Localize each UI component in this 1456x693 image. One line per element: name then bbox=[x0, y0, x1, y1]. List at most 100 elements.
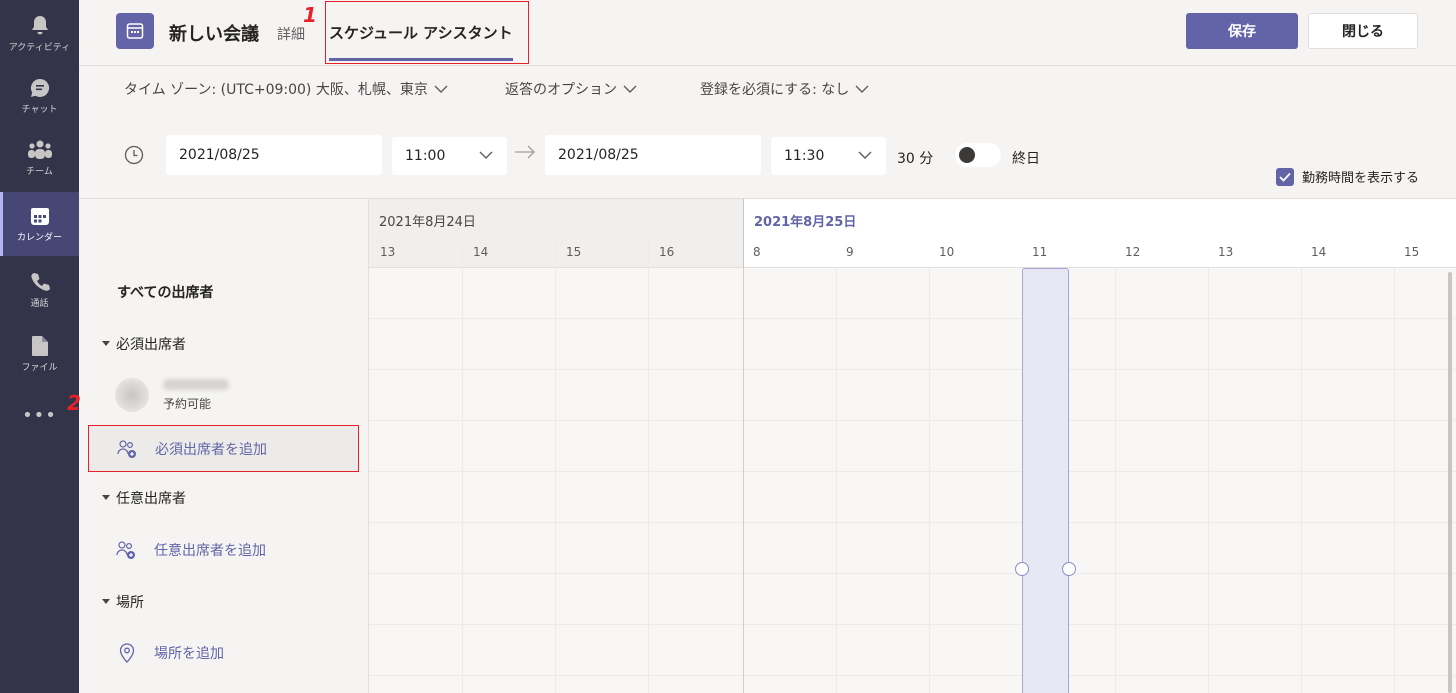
hour-label: 14 bbox=[473, 245, 489, 259]
grid-col-line bbox=[1394, 268, 1395, 693]
timezone-label: タイム ゾーン: (UTC+09:00) 大阪、札幌、東京 bbox=[124, 82, 428, 98]
tab-scheduling-assistant[interactable]: スケジュール アシスタント bbox=[327, 0, 515, 64]
arrow-right-icon bbox=[515, 145, 535, 159]
close-button[interactable]: 閉じる bbox=[1308, 13, 1418, 49]
resize-handle-right[interactable] bbox=[1062, 562, 1076, 576]
grid-row-line bbox=[369, 471, 1456, 472]
timezone-dropdown[interactable]: タイム ゾーン: (UTC+09:00) 大阪、札幌、東京 bbox=[124, 79, 448, 99]
hour-label: 8 bbox=[753, 245, 761, 259]
location-section-label: 場所 bbox=[116, 595, 144, 611]
registration-dropdown[interactable]: 登録を必須にする: なし bbox=[700, 79, 869, 99]
hour-label: 13 bbox=[380, 245, 396, 259]
day-separator-line bbox=[743, 268, 744, 693]
hour-tick bbox=[555, 241, 556, 268]
all-day-label: 終日 bbox=[1012, 151, 1040, 167]
availability-grid[interactable] bbox=[369, 268, 1456, 693]
grid-col-line bbox=[1208, 268, 1209, 693]
grid-col-line bbox=[462, 268, 463, 693]
add-required-attendee-button[interactable]: 必須出席者を追加 bbox=[88, 425, 359, 472]
rail-label: ファイル bbox=[21, 363, 58, 373]
bell-icon bbox=[31, 16, 48, 35]
clock-icon bbox=[124, 145, 144, 165]
checkmark-icon bbox=[1276, 167, 1294, 186]
response-options-dropdown[interactable]: 返答のオプション bbox=[505, 79, 637, 99]
rail-label: アクティビティ bbox=[8, 43, 71, 53]
rail-item-calendar[interactable]: カレンダー bbox=[0, 192, 79, 256]
end-date-field[interactable]: 2021/08/25 bbox=[545, 135, 761, 175]
add-optional-attendee-label: 任意出席者を追加 bbox=[154, 543, 266, 559]
attendee-status: 予約可能 bbox=[163, 396, 212, 411]
add-optional-attendee-button[interactable]: 任意出席者を追加 bbox=[116, 540, 406, 560]
avatar bbox=[115, 378, 149, 412]
start-date-field[interactable]: 2021/08/25 bbox=[166, 135, 382, 175]
day-header-past: 2021年8月24日 13 14 15 16 bbox=[369, 198, 743, 268]
save-button[interactable]: 保存 bbox=[1186, 13, 1298, 49]
hour-tick bbox=[648, 241, 649, 268]
meeting-calendar-icon bbox=[116, 13, 154, 49]
end-date-value: 2021/08/25 bbox=[558, 147, 639, 163]
hour-label: 13 bbox=[1218, 245, 1234, 259]
phone-icon bbox=[30, 273, 50, 291]
chevron-down-icon bbox=[855, 85, 869, 93]
grid-col-line bbox=[1301, 268, 1302, 693]
grid-row-line bbox=[369, 573, 1456, 574]
day-label: 2021年8月24日 bbox=[379, 215, 476, 230]
hour-label: 12 bbox=[1125, 245, 1141, 259]
end-time-dropdown[interactable]: 11:30 bbox=[771, 137, 886, 175]
all-day-toggle[interactable] bbox=[955, 143, 1001, 167]
scheduling-grid: 2021年8月24日 13 14 15 16 2021年8月25日 8 9 10… bbox=[67, 198, 1456, 693]
add-person-icon bbox=[116, 541, 135, 559]
rail-item-calls[interactable]: 通話 bbox=[0, 260, 79, 320]
grid-row-line bbox=[369, 318, 1456, 319]
chevron-down-icon bbox=[623, 85, 637, 93]
hour-label: 9 bbox=[846, 245, 854, 259]
end-time-value: 11:30 bbox=[784, 148, 825, 164]
vertical-scrollbar[interactable] bbox=[1448, 272, 1452, 693]
required-section-toggle[interactable]: 必須出席者 bbox=[101, 334, 391, 354]
hour-label: 11 bbox=[1032, 245, 1048, 259]
grid-row-line bbox=[369, 522, 1456, 523]
add-location-label: 場所を追加 bbox=[154, 646, 224, 662]
grid-row-line bbox=[369, 624, 1456, 625]
location-section-toggle[interactable]: 場所 bbox=[101, 592, 391, 612]
add-person-icon bbox=[117, 439, 136, 458]
grid-col-line bbox=[929, 268, 930, 693]
chevron-down-icon bbox=[858, 151, 872, 159]
selected-time-slot[interactable] bbox=[1022, 268, 1069, 693]
show-work-hours-label: 勤務時間を表示する bbox=[1302, 171, 1420, 186]
rail-item-teams[interactable]: チーム bbox=[0, 128, 79, 188]
show-work-hours-checkbox[interactable]: 勤務時間を表示する bbox=[1276, 167, 1419, 186]
rail-item-chat[interactable]: チャット bbox=[0, 66, 79, 126]
tab-active-indicator bbox=[329, 58, 513, 61]
caret-down-icon bbox=[102, 341, 110, 346]
required-section-label: 必須出席者 bbox=[116, 337, 186, 353]
resize-handle-left[interactable] bbox=[1015, 562, 1029, 576]
day-header-today: 2021年8月25日 8 9 10 11 12 13 14 15 bbox=[743, 198, 1456, 268]
annotation-marker-2: 2 bbox=[67, 391, 81, 415]
attendee-row[interactable]: 予約可能 bbox=[115, 378, 405, 412]
hour-label: 15 bbox=[1404, 245, 1420, 259]
response-options-label: 返答のオプション bbox=[505, 82, 617, 98]
start-time-value: 11:00 bbox=[405, 148, 446, 164]
teams-icon bbox=[27, 140, 52, 159]
meeting-header: 新しい会議 詳細 スケジュール アシスタント 1 保存 閉じる bbox=[79, 0, 1456, 66]
add-location-button[interactable]: 場所を追加 bbox=[118, 643, 408, 663]
registration-label: 登録を必須にする: なし bbox=[700, 82, 850, 98]
grid-col-line bbox=[555, 268, 556, 693]
start-time-dropdown[interactable]: 11:00 bbox=[392, 137, 507, 175]
rail-item-activity[interactable]: アクティビティ bbox=[0, 4, 79, 64]
file-icon bbox=[31, 336, 48, 356]
rail-item-files[interactable]: ファイル bbox=[0, 324, 79, 384]
rail-label: 通話 bbox=[30, 299, 49, 309]
grid-col-line bbox=[836, 268, 837, 693]
rail-label: チーム bbox=[26, 167, 53, 177]
optional-section-toggle[interactable]: 任意出席者 bbox=[101, 488, 391, 508]
optional-section-label: 任意出席者 bbox=[116, 491, 186, 507]
rail-label: カレンダー bbox=[16, 233, 62, 243]
annotation-marker-1: 1 bbox=[303, 3, 317, 27]
tab-details[interactable]: 詳細 bbox=[277, 24, 305, 44]
start-date-value: 2021/08/25 bbox=[179, 147, 260, 163]
app-rail: アクティビティ チャット チーム カレンダー 通話 ファイル ••• bbox=[0, 0, 79, 693]
page-title: 新しい会議 bbox=[169, 24, 259, 45]
attendee-name-blurred bbox=[163, 378, 229, 390]
